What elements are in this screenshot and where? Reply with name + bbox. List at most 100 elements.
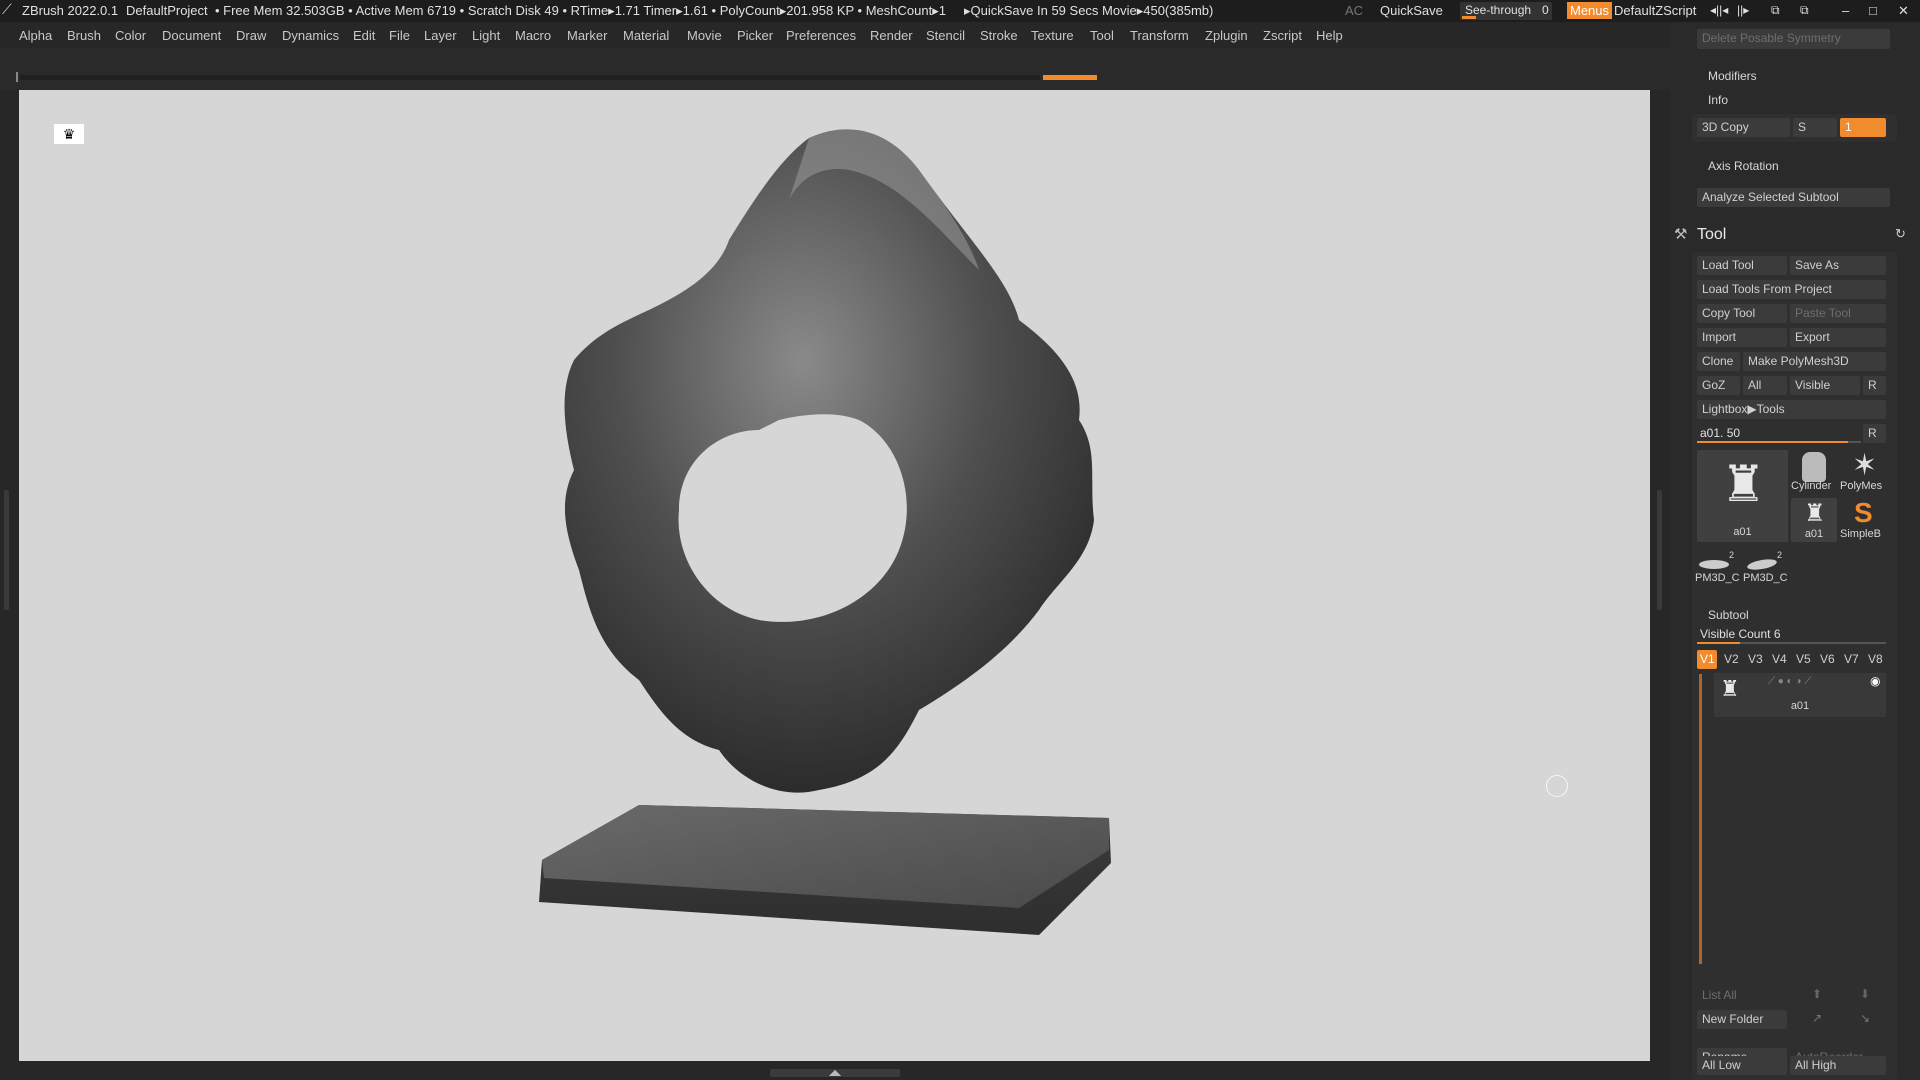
menu-picker[interactable]: Picker [737, 28, 773, 43]
menu-alpha[interactable]: Alpha [19, 28, 52, 43]
subtool-item-a01[interactable]: ♜ ⟋ ● ◐ ◑ ⟋ ◉ a01 [1714, 673, 1886, 717]
paste-tool-button[interactable]: Paste Tool [1790, 304, 1886, 323]
minimize-icon[interactable]: – [1842, 3, 1849, 18]
menu-zscript[interactable]: Zscript [1263, 28, 1302, 43]
menu-movie[interactable]: Movie [687, 28, 722, 43]
export-button[interactable]: Export [1790, 328, 1886, 347]
subtool-scrollbar[interactable] [1699, 674, 1702, 964]
tool-slider-r-button[interactable]: R [1863, 424, 1886, 443]
menu-help[interactable]: Help [1316, 28, 1343, 43]
refresh-icon[interactable]: ↻ [1895, 226, 1906, 242]
right-tray-handle[interactable] [1657, 490, 1662, 610]
tool-thumb-pm3d-2[interactable]: 2 PM3D_C [1743, 548, 1791, 588]
gizmo-circle-icon[interactable] [1546, 775, 1568, 797]
tool-thumb-cylinder[interactable]: Cylinder [1791, 450, 1837, 494]
maximize-icon[interactable]: □ [1869, 3, 1877, 18]
menu-preferences[interactable]: Preferences [786, 28, 856, 43]
menu-stencil[interactable]: Stencil [926, 28, 965, 43]
version-v3-button[interactable]: V3 [1745, 650, 1765, 669]
lightbox-tools-button[interactable]: Lightbox▶Tools [1697, 400, 1886, 419]
version-v8-button[interactable]: V8 [1865, 650, 1885, 669]
tool-thumb-simplebrush[interactable]: S SimpleB [1840, 498, 1890, 542]
menu-light[interactable]: Light [472, 28, 500, 43]
menu-zplugin[interactable]: Zplugin [1205, 28, 1248, 43]
canvas-viewport[interactable]: ♛ [19, 90, 1650, 1061]
menu-document[interactable]: Document [162, 28, 221, 43]
import-button[interactable]: Import [1697, 328, 1787, 347]
window-tile-icon[interactable]: ⧉ [1771, 3, 1780, 18]
load-tool-button[interactable]: Load Tool [1697, 256, 1787, 275]
menus-toggle[interactable]: Menus [1567, 2, 1613, 19]
version-v1-button[interactable]: V1 [1697, 650, 1717, 669]
menu-color[interactable]: Color [115, 28, 146, 43]
modifiers-section[interactable]: Modifiers [1708, 69, 1757, 83]
arrow-down-icon[interactable]: ⬇ [1860, 987, 1870, 1001]
see-through-slider[interactable]: See-through 0 [1460, 2, 1552, 20]
menu-draw[interactable]: Draw [236, 28, 266, 43]
copy3d-s-button[interactable]: S [1793, 118, 1837, 137]
copy3d-button[interactable]: 3D Copy [1697, 118, 1790, 137]
copy-tool-button[interactable]: Copy Tool [1697, 304, 1787, 323]
clone-button[interactable]: Clone [1697, 352, 1740, 371]
info-section[interactable]: Info [1708, 93, 1728, 107]
eye-icon[interactable]: ◉ [1870, 674, 1880, 688]
menu-stroke[interactable]: Stroke [980, 28, 1018, 43]
list-all-button[interactable]: List All [1697, 986, 1787, 1005]
tool-palette-title[interactable]: Tool [1697, 226, 1726, 244]
goz-visible-button[interactable]: Visible [1790, 376, 1860, 395]
goz-all-button[interactable]: All [1743, 376, 1787, 395]
menu-brush[interactable]: Brush [67, 28, 101, 43]
goz-r-button[interactable]: R [1863, 376, 1886, 395]
menu-edit[interactable]: Edit [353, 28, 375, 43]
move-up-icon[interactable]: ↗ [1812, 1011, 1822, 1025]
menu-transform[interactable]: Transform [1130, 28, 1189, 43]
sculpture-model[interactable] [19, 90, 1650, 1061]
version-v7-button[interactable]: V7 [1841, 650, 1861, 669]
menu-macro[interactable]: Macro [515, 28, 551, 43]
menu-render[interactable]: Render [870, 28, 913, 43]
tool-thumb-polymesh[interactable]: ✶ PolyMes [1840, 450, 1890, 494]
subtool-title[interactable]: Subtool [1708, 608, 1749, 622]
ac-toggle[interactable]: AC [1345, 3, 1363, 18]
menu-layer[interactable]: Layer [424, 28, 457, 43]
menu-texture[interactable]: Texture [1031, 28, 1074, 43]
version-v4-button[interactable]: V4 [1769, 650, 1789, 669]
tool-thumb-pm3d-1[interactable]: 2 PM3D_C [1695, 548, 1743, 588]
menu-dynamics[interactable]: Dynamics [282, 28, 339, 43]
load-tools-from-project-button[interactable]: Load Tools From Project [1697, 280, 1886, 299]
move-down-icon[interactable]: ↘ [1860, 1011, 1870, 1025]
ui-layout-2-icon[interactable]: ||▸ [1737, 3, 1749, 17]
left-tray-handle[interactable] [4, 490, 9, 610]
window-restore-icon[interactable]: ⧉ [1800, 3, 1809, 18]
version-v5-button[interactable]: V5 [1793, 650, 1813, 669]
arrow-up-icon[interactable]: ⬆ [1812, 987, 1822, 1001]
menu-marker[interactable]: Marker [567, 28, 607, 43]
bottom-tray-handle[interactable]: ◢◣ [770, 1069, 900, 1077]
active-shelf-marker[interactable] [1043, 75, 1097, 80]
menu-tool[interactable]: Tool [1090, 28, 1114, 43]
visible-count-slider[interactable]: Visible Count 6 [1697, 626, 1886, 644]
goz-button[interactable]: GoZ [1697, 376, 1740, 395]
quicksave-button[interactable]: QuickSave [1380, 3, 1443, 18]
tool-thumb-a01-large[interactable]: ♜ a01 [1697, 450, 1788, 542]
menu-file[interactable]: File [389, 28, 410, 43]
ui-layout-icon[interactable]: ◂||◂ [1710, 3, 1728, 17]
all-high-button[interactable]: All High [1790, 1056, 1886, 1075]
delete-posable-symmetry-button[interactable]: Delete Posable Symmetry [1697, 29, 1890, 49]
subtool-icons-row[interactable]: ⟋ ● ◐ ◑ ⟋ [1768, 676, 1811, 687]
default-zscript-button[interactable]: DefaultZScript [1614, 3, 1696, 18]
analyze-subtool-button[interactable]: Analyze Selected Subtool [1697, 188, 1890, 207]
save-as-button[interactable]: Save As [1790, 256, 1886, 275]
version-v6-button[interactable]: V6 [1817, 650, 1837, 669]
menu-material[interactable]: Material [623, 28, 669, 43]
version-v2-button[interactable]: V2 [1721, 650, 1741, 669]
current-tool-slider[interactable]: a01. 50 [1697, 424, 1861, 443]
copy3d-row: 3D Copy S 1 [1692, 114, 1897, 142]
all-low-button[interactable]: All Low [1697, 1056, 1787, 1075]
close-icon[interactable]: ✕ [1898, 3, 1909, 19]
axis-rotation-section[interactable]: Axis Rotation [1708, 159, 1779, 173]
new-folder-button[interactable]: New Folder [1697, 1010, 1787, 1029]
make-polymesh3d-button[interactable]: Make PolyMesh3D [1743, 352, 1886, 371]
copy3d-value-field[interactable]: 1 [1840, 118, 1886, 137]
tool-thumb-a01-small[interactable]: ♜ a01 [1791, 498, 1837, 542]
